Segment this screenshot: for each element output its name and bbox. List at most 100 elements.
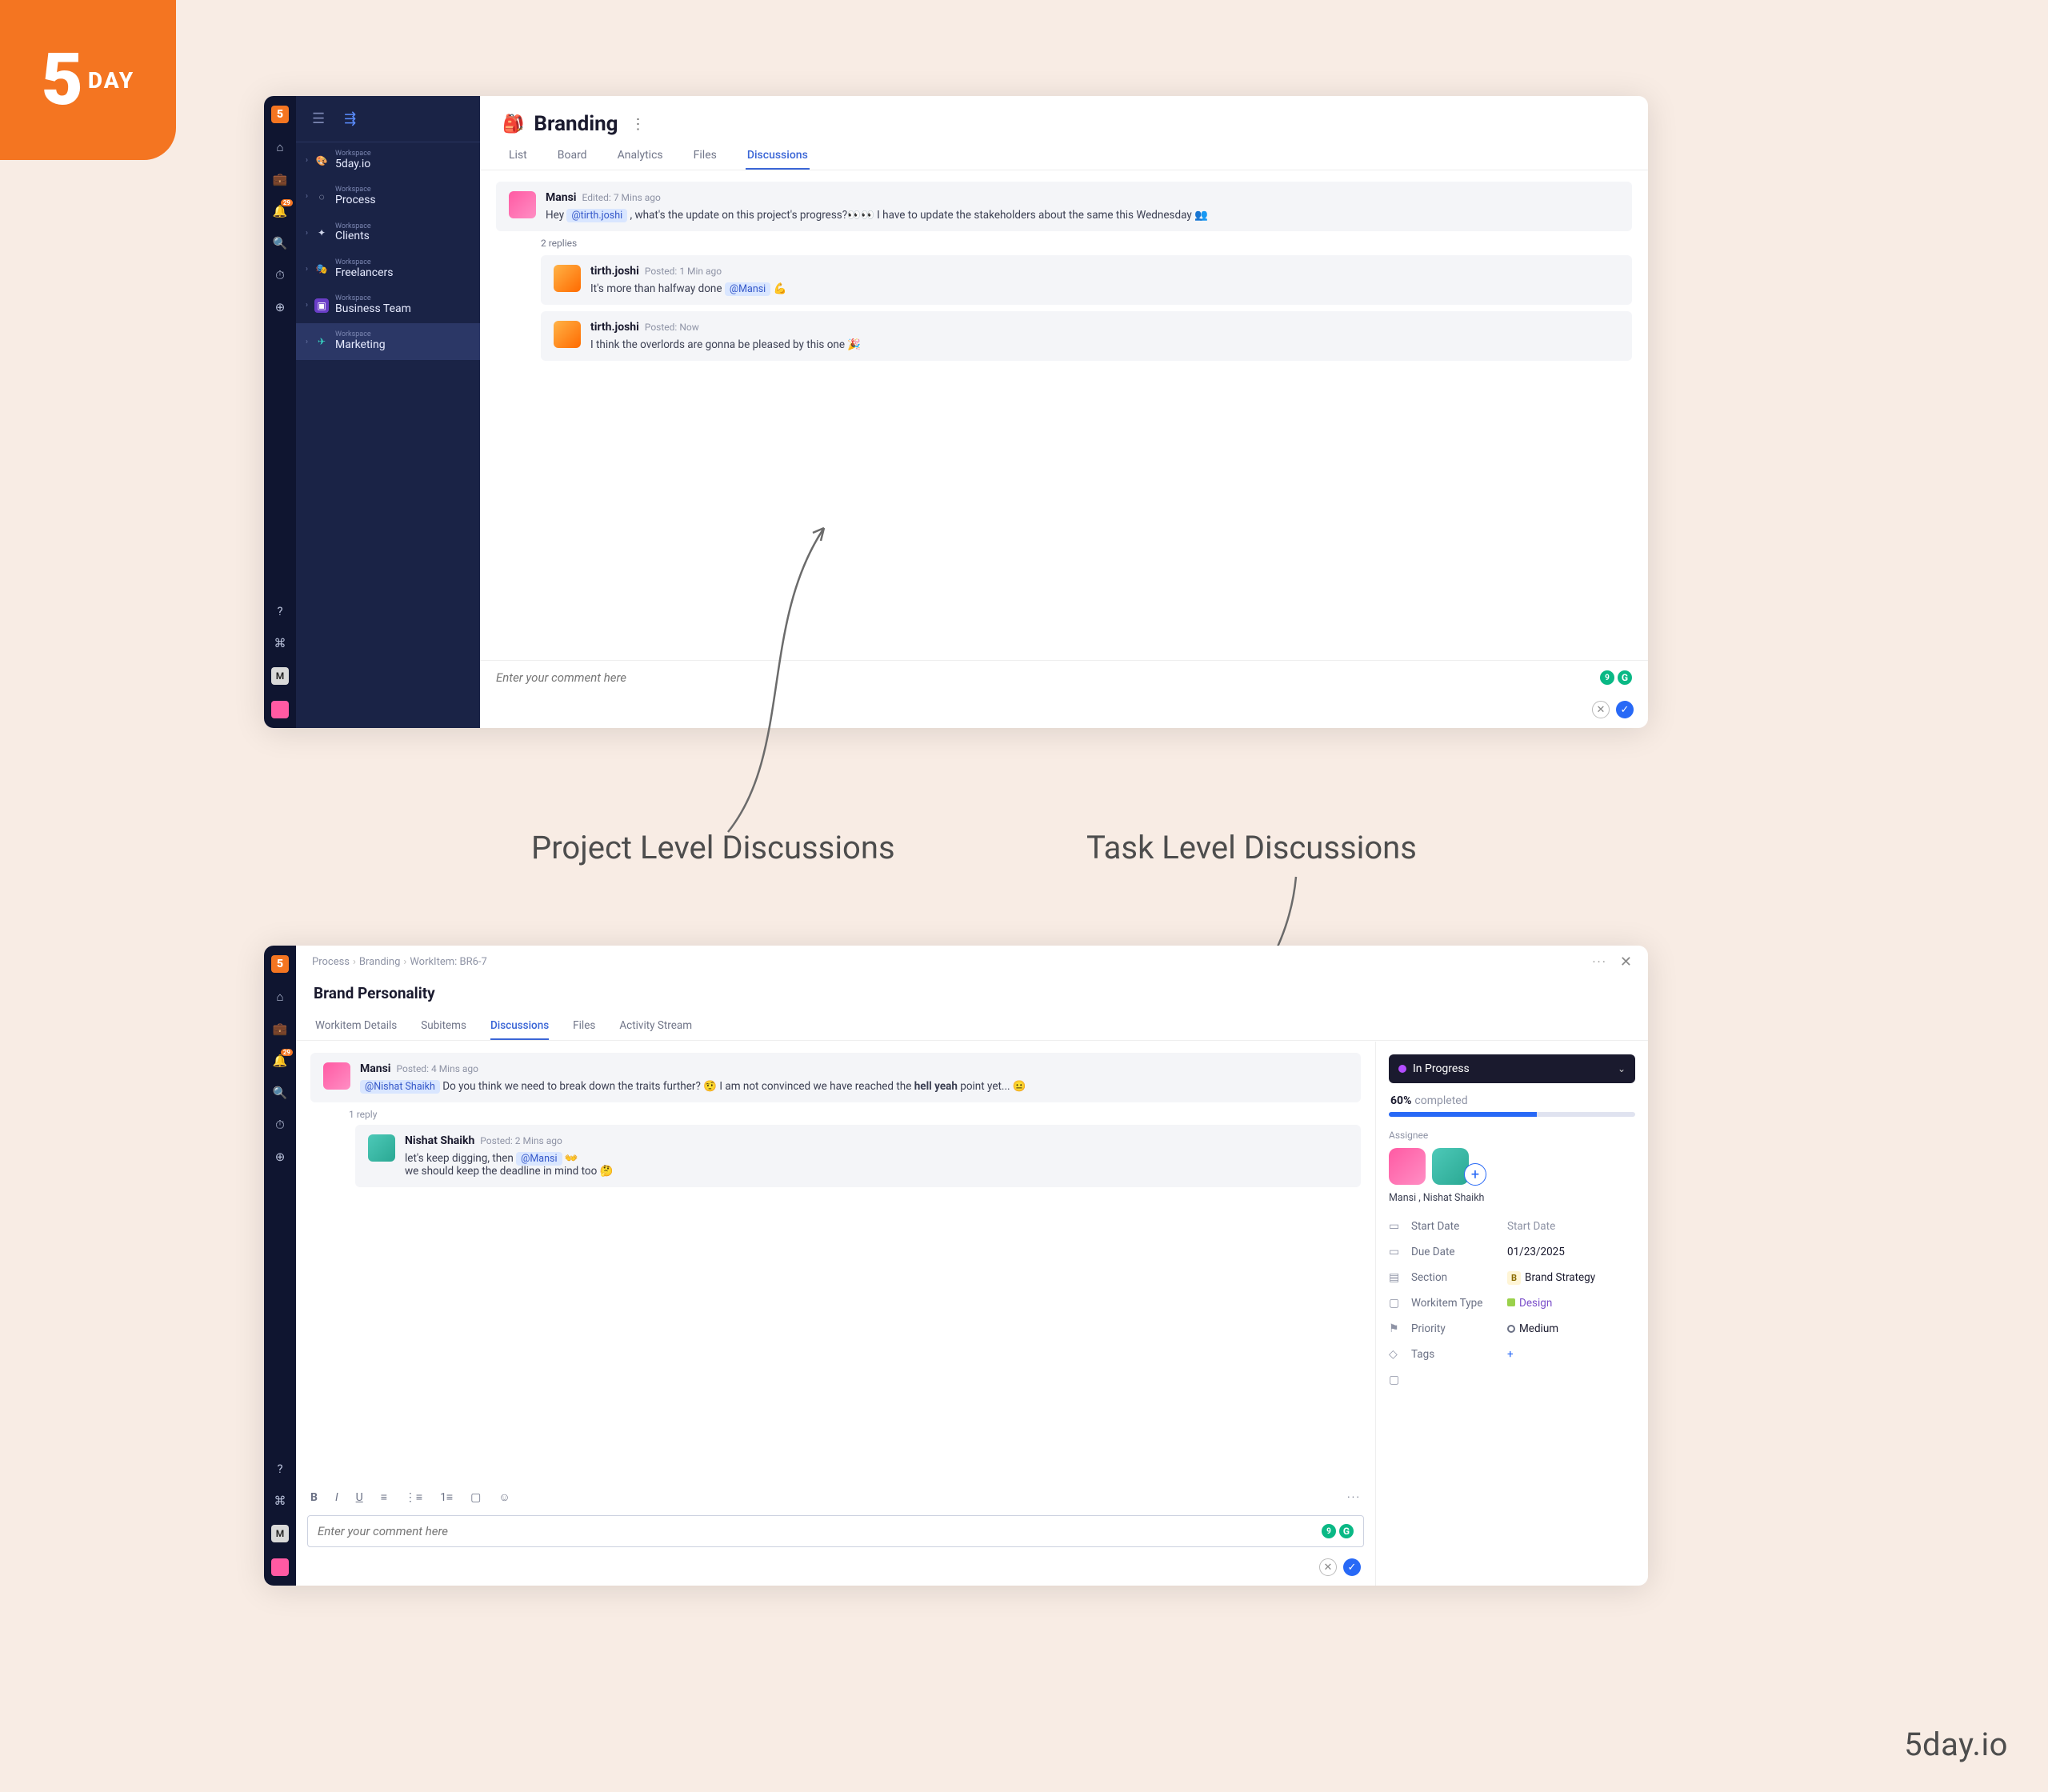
italic-icon[interactable]: I: [335, 1491, 338, 1504]
mention[interactable]: @Mansi: [516, 1152, 562, 1166]
workspace-item-clients[interactable]: ›✦WorkspaceClients: [296, 215, 480, 251]
message[interactable]: Mansi Edited: 7 Mins ago Hey @tirth.josh…: [496, 182, 1632, 231]
user-avatar[interactable]: M: [271, 1525, 289, 1542]
tab-activity[interactable]: Activity Stream: [619, 1013, 692, 1040]
status-dropdown[interactable]: In Progress ⌄: [1389, 1054, 1635, 1083]
tab-files[interactable]: Files: [692, 142, 718, 170]
rail-logo[interactable]: 5: [271, 106, 289, 123]
prop-start-date[interactable]: ▭Start DateStart Date: [1389, 1214, 1635, 1239]
image-icon[interactable]: ▢: [470, 1491, 481, 1504]
tab-list[interactable]: List: [507, 142, 529, 170]
bullet-list-icon[interactable]: ⋮≡: [405, 1490, 422, 1504]
emoji-icon[interactable]: ☺: [498, 1490, 510, 1504]
home-icon[interactable]: ⌂: [272, 989, 288, 1005]
command-icon[interactable]: ⌘: [272, 1493, 288, 1509]
comment-input[interactable]: [318, 1524, 1322, 1538]
user-avatar[interactable]: M: [271, 667, 289, 685]
briefcase-icon[interactable]: 💼: [272, 1021, 288, 1037]
tab-discussions[interactable]: Discussions: [746, 142, 810, 170]
logo-glyph: 5: [42, 44, 83, 116]
rail-logo[interactable]: 5: [271, 955, 289, 973]
more-icon[interactable]: ⋮: [631, 116, 646, 133]
submit-button[interactable]: ✓: [1616, 701, 1634, 718]
bold-icon[interactable]: B: [310, 1491, 318, 1504]
cancel-button[interactable]: ✕: [1319, 1558, 1337, 1576]
editor-toolbar: B I U ≡ ⋮≡ 1≡ ▢ ☺ ···: [296, 1484, 1375, 1510]
comment-composer[interactable]: G: [307, 1515, 1364, 1547]
search-icon[interactable]: 🔍: [272, 235, 288, 251]
workspace-avatar[interactable]: [271, 1558, 289, 1576]
assignee-avatar[interactable]: [1432, 1148, 1469, 1185]
help-icon[interactable]: ?: [272, 603, 288, 619]
search-icon[interactable]: 🔍: [272, 1085, 288, 1101]
message-reply[interactable]: Nishat Shaikh Posted: 2 Mins ago let's k…: [355, 1125, 1361, 1187]
grammarly-icon[interactable]: G: [1618, 670, 1632, 685]
prop-due-date[interactable]: ▭Due Date01/23/2025: [1389, 1239, 1635, 1265]
tab-discussions[interactable]: Discussions: [490, 1013, 549, 1040]
tab-files[interactable]: Files: [573, 1013, 595, 1040]
mention[interactable]: @Mansi: [725, 282, 770, 296]
tab-analytics[interactable]: Analytics: [616, 142, 665, 170]
briefcase-icon[interactable]: 💼: [272, 171, 288, 187]
tree-view-icon[interactable]: ⇶: [344, 110, 356, 127]
tab-details[interactable]: Workitem Details: [315, 1013, 397, 1040]
message-reply[interactable]: tirth.joshi Posted: Now I think the over…: [541, 311, 1632, 361]
close-icon[interactable]: ✕: [1620, 954, 1632, 970]
plus-icon[interactable]: ⊕: [272, 299, 288, 315]
toolbar-more-icon[interactable]: ···: [1347, 1491, 1361, 1504]
command-icon[interactable]: ⌘: [272, 635, 288, 651]
assignee-avatar[interactable]: [1389, 1148, 1426, 1185]
workspace-item-business[interactable]: ›▣WorkspaceBusiness Team: [296, 287, 480, 323]
list-view-icon[interactable]: ☰: [312, 110, 325, 127]
mention[interactable]: @tirth.joshi: [566, 209, 627, 222]
caption-task-level: Task Level Discussions: [1086, 829, 1417, 866]
prop-extra[interactable]: ▢: [1389, 1367, 1635, 1393]
more-icon[interactable]: ···: [1592, 954, 1607, 970]
workspace-avatar[interactable]: [271, 701, 289, 718]
sidebar-view-toggle: ☰ ⇶: [296, 96, 480, 142]
crumb[interactable]: Branding: [359, 956, 400, 968]
grammarly-icon[interactable]: G: [1339, 1524, 1354, 1538]
numbered-list-icon[interactable]: 1≡: [440, 1490, 453, 1504]
grammarly-score-icon[interactable]: [1600, 670, 1614, 685]
submit-button[interactable]: ✓: [1343, 1558, 1361, 1576]
prop-type[interactable]: ▢Workitem TypeDesign: [1389, 1290, 1635, 1316]
replies-link[interactable]: 2 replies: [541, 238, 1632, 249]
task-discussion-column: Mansi Posted: 4 Mins ago @Nishat Shaikh …: [296, 1042, 1376, 1586]
tab-subitems[interactable]: Subitems: [421, 1013, 466, 1040]
prop-priority[interactable]: ⚑PriorityMedium: [1389, 1316, 1635, 1342]
mention[interactable]: @Nishat Shaikh: [360, 1080, 440, 1094]
crumb[interactable]: WorkItem: BR6-7: [410, 956, 487, 968]
calendar-icon: ▭: [1389, 1220, 1403, 1233]
task-tabs: Workitem Details Subitems Discussions Fi…: [296, 1013, 1648, 1041]
clock-icon[interactable]: ⏱: [272, 1117, 288, 1133]
home-icon[interactable]: ⌂: [272, 139, 288, 155]
clock-icon[interactable]: ⏱: [272, 267, 288, 283]
cancel-button[interactable]: ✕: [1592, 701, 1610, 718]
workspace-item-marketing[interactable]: ›✈WorkspaceMarketing: [296, 323, 480, 359]
bell-icon[interactable]: 🔔29: [272, 203, 288, 219]
plus-icon[interactable]: ⊕: [272, 1149, 288, 1165]
underline-icon[interactable]: U: [356, 1491, 363, 1504]
workspace-item-5day[interactable]: ›🎨Workspace5day.io: [296, 142, 480, 178]
grammarly-score-icon[interactable]: [1322, 1524, 1336, 1538]
task-properties: In Progress ⌄ 60%completed Assignee + Ma…: [1376, 1042, 1648, 1586]
prop-section[interactable]: ▤SectionBBrand Strategy: [1389, 1265, 1635, 1290]
status-dot-icon: [1398, 1065, 1406, 1073]
add-assignee-button[interactable]: +: [1464, 1163, 1486, 1186]
prop-tags[interactable]: ◇Tags+: [1389, 1342, 1635, 1367]
progress-bar: [1389, 1112, 1635, 1117]
reply-count[interactable]: 1 reply: [349, 1109, 1361, 1120]
help-icon[interactable]: ?: [272, 1461, 288, 1477]
workspace-item-process[interactable]: ›◌WorkspaceProcess: [296, 178, 480, 214]
comment-input[interactable]: [496, 670, 1592, 685]
workspace-item-freelancers[interactable]: ›🎭WorkspaceFreelancers: [296, 251, 480, 287]
crumb[interactable]: Process: [312, 956, 350, 968]
tab-board[interactable]: Board: [556, 142, 589, 170]
align-icon[interactable]: ≡: [381, 1490, 387, 1504]
assignee-label: Assignee: [1389, 1130, 1635, 1141]
bell-icon[interactable]: 🔔29: [272, 1053, 288, 1069]
assignee-names: Mansi , Nishat Shaikh: [1389, 1192, 1635, 1204]
message[interactable]: Mansi Posted: 4 Mins ago @Nishat Shaikh …: [310, 1053, 1361, 1102]
message-reply[interactable]: tirth.joshi Posted: 1 Min ago It's more …: [541, 255, 1632, 305]
